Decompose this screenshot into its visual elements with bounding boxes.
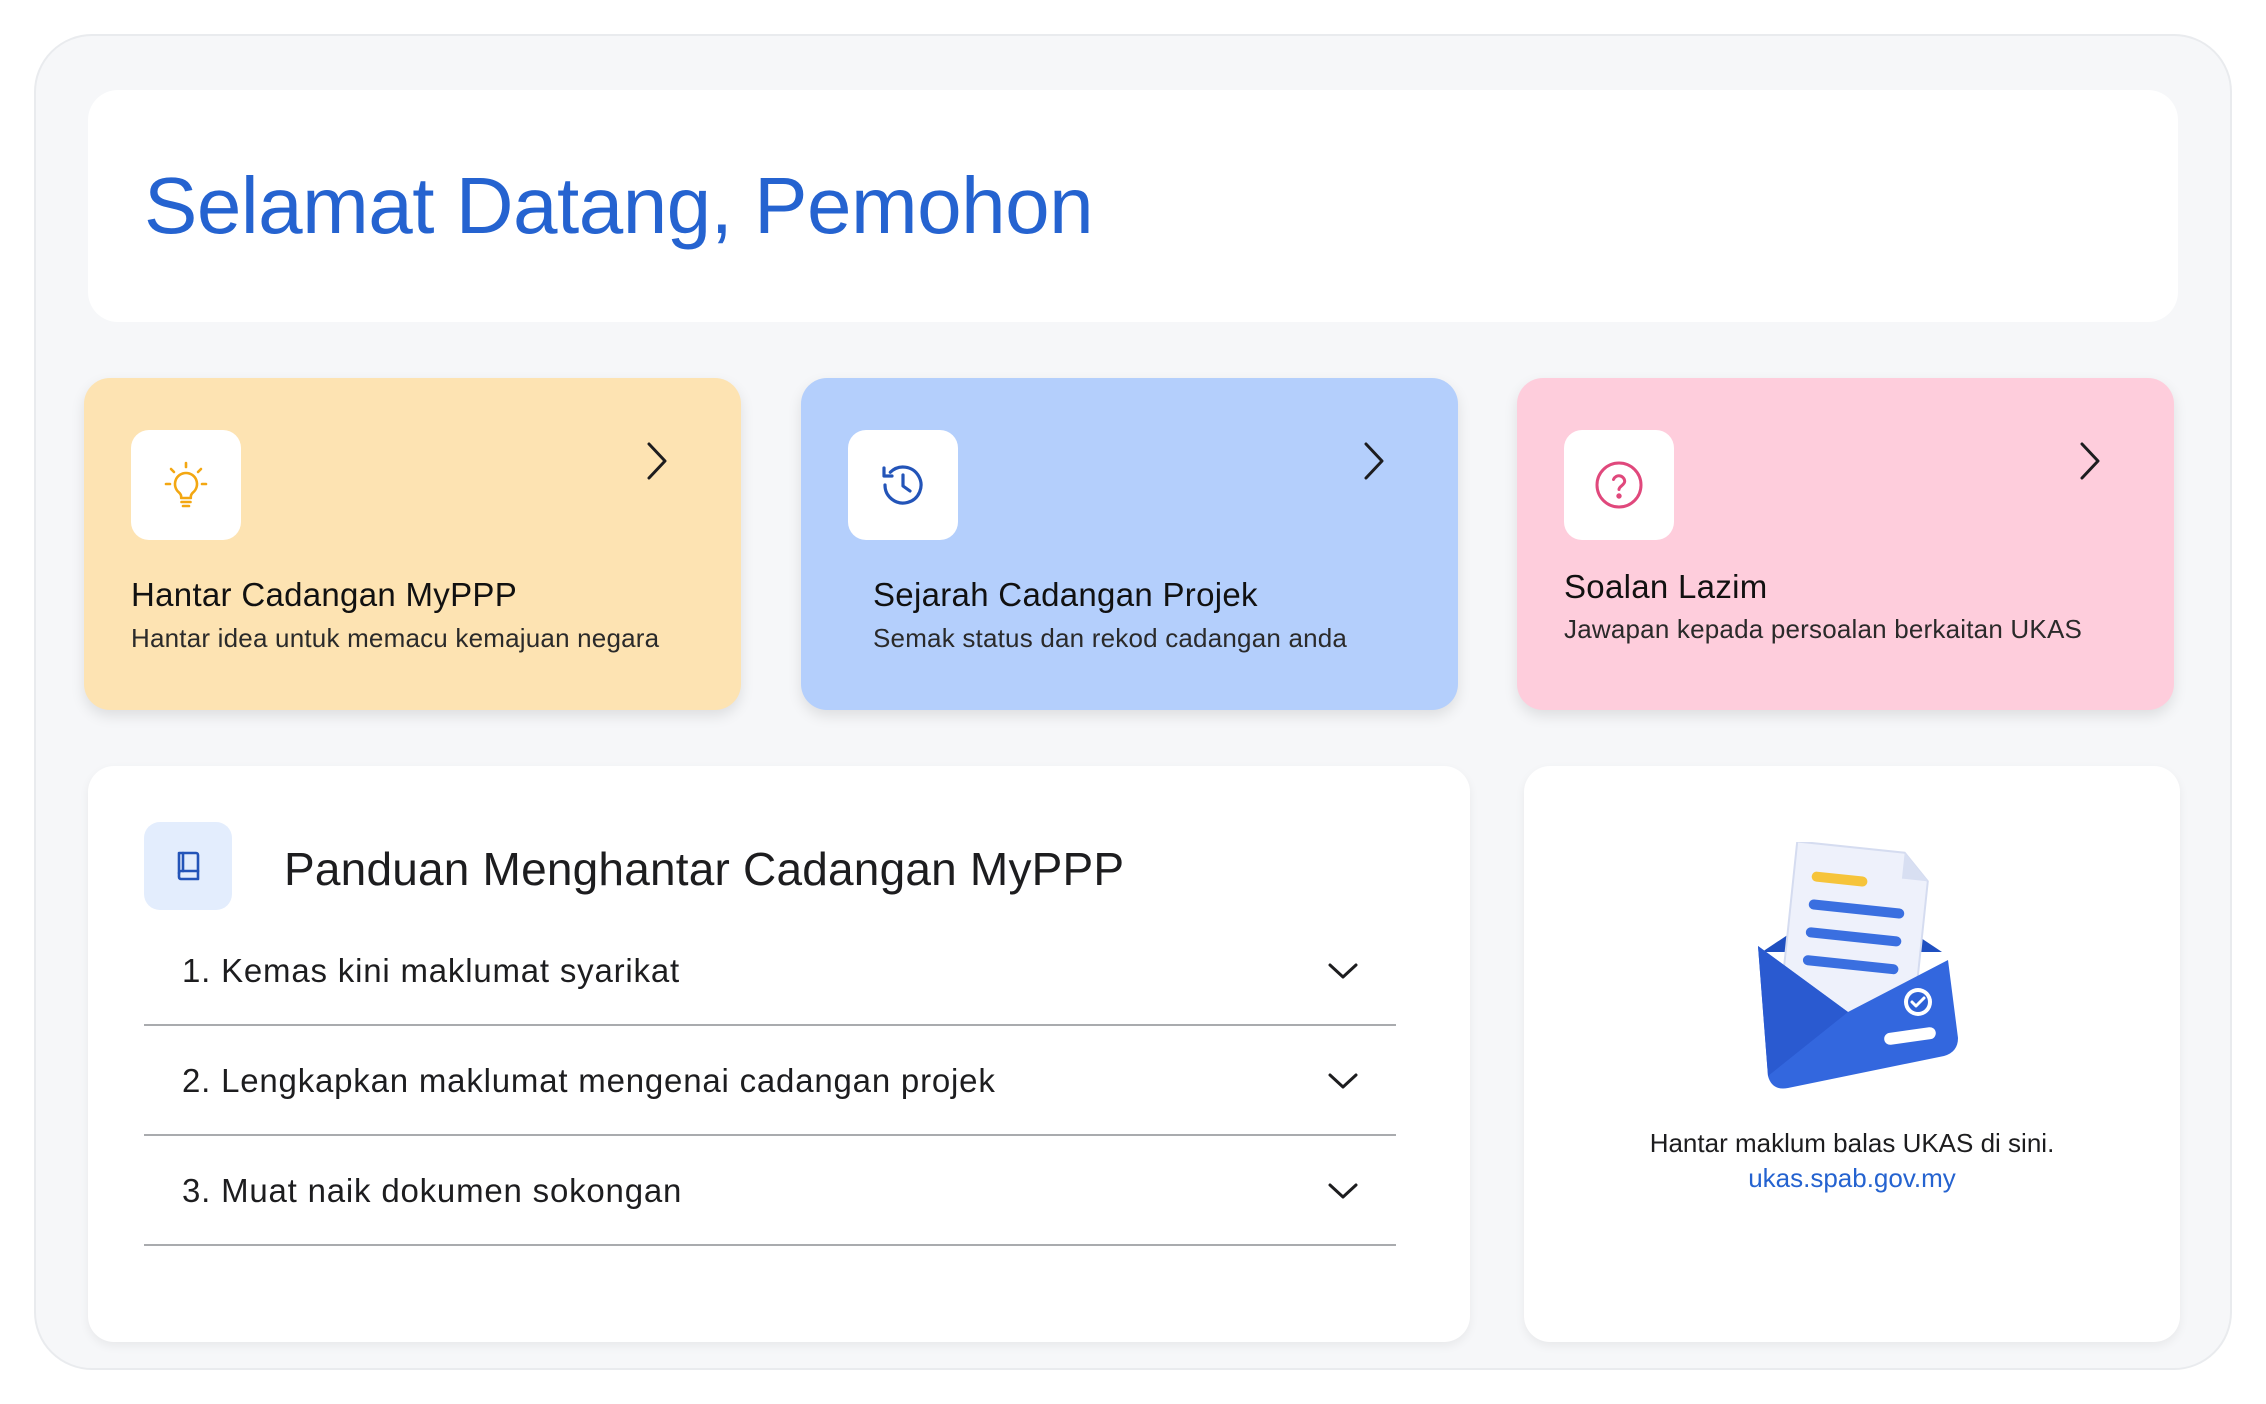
guide-step-3[interactable]: 3. Muat naik dokumen sokongan bbox=[144, 1136, 1396, 1246]
history-icon bbox=[882, 465, 923, 505]
guide-step-1[interactable]: 1. Kemas kini maklumat syarikat bbox=[144, 916, 1396, 1026]
guide-icon-box bbox=[144, 822, 232, 910]
card-icon-box bbox=[131, 430, 241, 540]
chevron-down-icon[interactable] bbox=[1326, 960, 1360, 982]
card-subtitle: Jawapan kepada persoalan berkaitan UKAS bbox=[1564, 614, 2083, 644]
chevron-right-icon bbox=[2080, 442, 2100, 480]
guide-step-label: 3. Muat naik dokumen sokongan bbox=[182, 1172, 683, 1209]
question-circle-icon bbox=[1595, 461, 1643, 509]
card-sejarah-cadangan[interactable]: Sejarah Cadangan Projek Semak status dan… bbox=[801, 378, 1458, 710]
guide-step-label: 1. Kemas kini maklumat syarikat bbox=[182, 952, 680, 989]
chevron-down-icon[interactable] bbox=[1326, 1180, 1360, 1202]
book-icon bbox=[177, 851, 200, 881]
guide-title: Panduan Menghantar Cadangan MyPPP bbox=[284, 843, 1125, 895]
chevron-down-icon[interactable] bbox=[1326, 1070, 1360, 1092]
card-subtitle: Semak status dan rekod cadangan anda bbox=[873, 623, 1348, 653]
card-title: Hantar Cadangan MyPPP bbox=[131, 576, 518, 613]
guide-panel: Panduan Menghantar Cadangan MyPPP 1. Kem… bbox=[88, 766, 1470, 1342]
card-icon-box bbox=[1564, 430, 1674, 540]
lightbulb-icon bbox=[164, 461, 208, 508]
feedback-text: Hantar maklum balas UKAS di sini. bbox=[1649, 1128, 2055, 1158]
chevron-right-icon bbox=[647, 442, 667, 480]
welcome-banner: Selamat Datang, Pemohon bbox=[88, 90, 2178, 322]
chevron-right-icon bbox=[1364, 442, 1384, 480]
card-soalan-lazim[interactable]: Soalan Lazim Jawapan kepada persoalan be… bbox=[1517, 378, 2174, 710]
card-hantar-cadangan[interactable]: Hantar Cadangan MyPPP Hantar idea untuk … bbox=[84, 378, 741, 710]
card-icon-box bbox=[848, 430, 958, 540]
page-title: Selamat Datang, Pemohon bbox=[144, 161, 1094, 250]
card-subtitle: Hantar idea untuk memacu kemajuan negara bbox=[131, 623, 660, 653]
guide-step-label: 2. Lengkapkan maklumat mengenai cadangan… bbox=[182, 1062, 996, 1099]
envelope-letter-illustration bbox=[1758, 842, 1958, 1089]
guide-step-2[interactable]: 2. Lengkapkan maklumat mengenai cadangan… bbox=[144, 1026, 1396, 1136]
feedback-link[interactable]: ukas.spab.gov.my bbox=[1524, 1163, 2180, 1194]
card-title: Soalan Lazim bbox=[1564, 568, 1768, 605]
feedback-panel: Hantar maklum balas UKAS di sini. ukas.s… bbox=[1524, 766, 2180, 1342]
card-title: Sejarah Cadangan Projek bbox=[873, 576, 1258, 613]
